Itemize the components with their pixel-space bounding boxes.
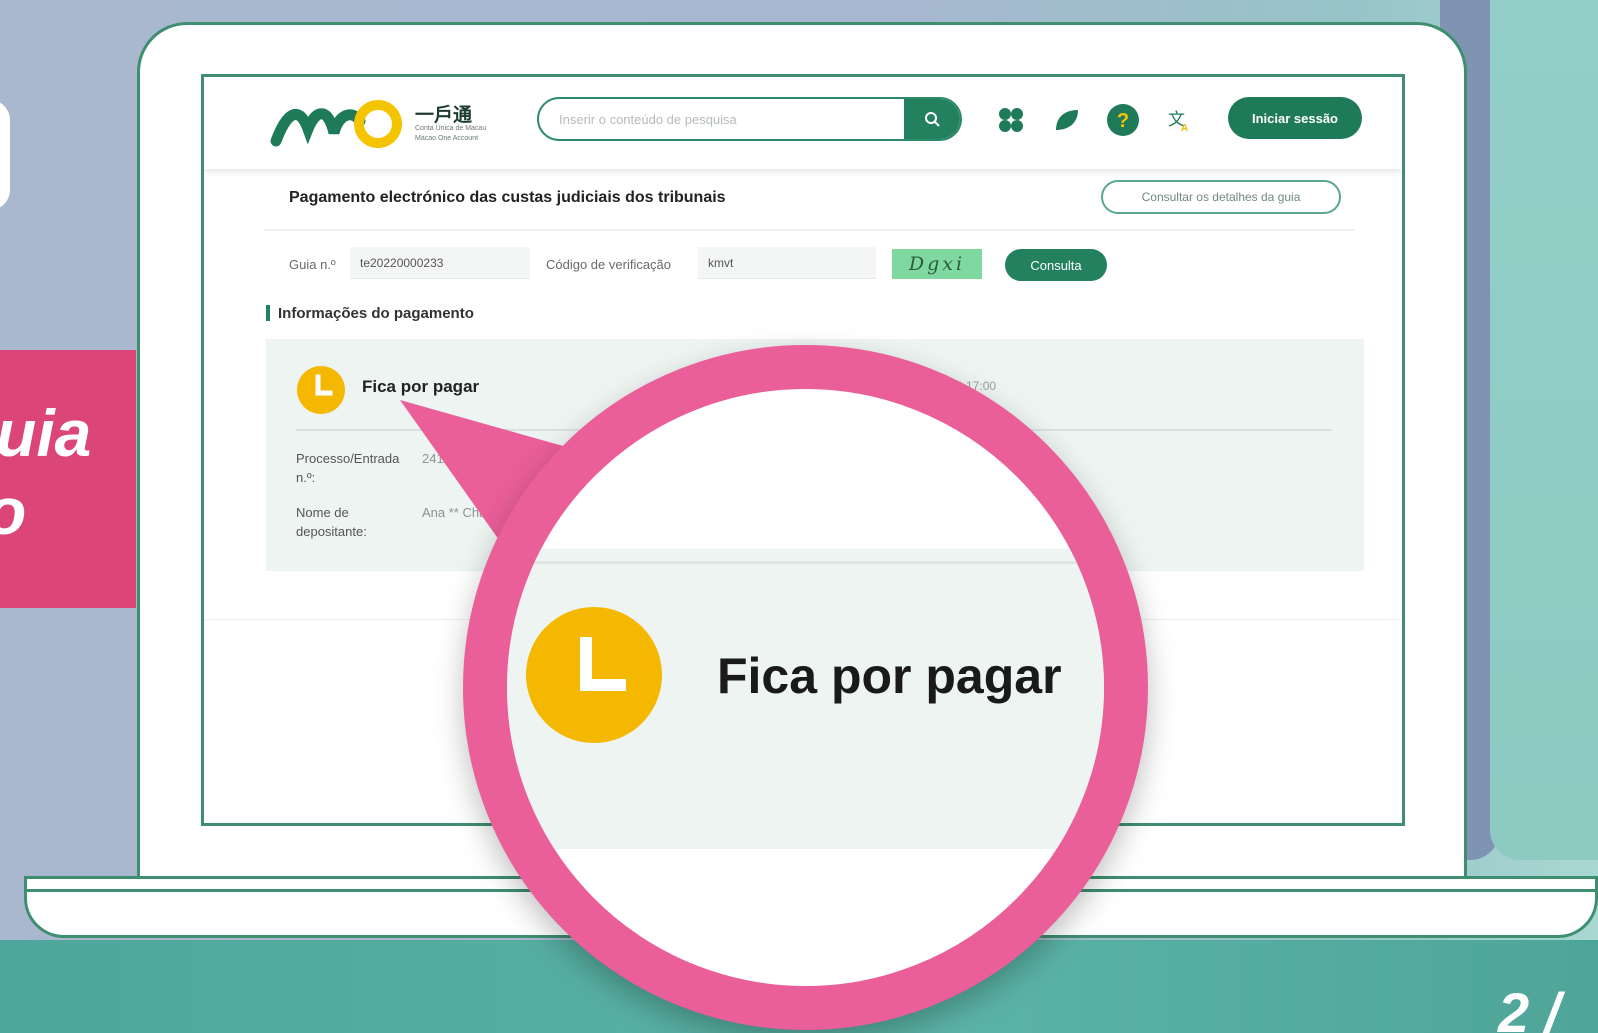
divider bbox=[264, 229, 1354, 231]
svg-text:A: A bbox=[1181, 123, 1188, 133]
verification-code-input[interactable]: kmvt bbox=[698, 247, 876, 279]
section-marker bbox=[266, 305, 270, 321]
verification-code-label: Código de verificação bbox=[546, 257, 672, 272]
apps-icon[interactable] bbox=[994, 103, 1028, 137]
svg-text:?: ? bbox=[1117, 110, 1129, 132]
login-button[interactable]: Iniciar sessão bbox=[1228, 97, 1362, 139]
logo-text: 一戶通 bbox=[415, 104, 473, 126]
decorative-tab bbox=[0, 100, 10, 210]
section-title: Informações do pagamento bbox=[278, 305, 474, 322]
guia-input[interactable]: te20220000233 bbox=[350, 247, 530, 279]
consulta-button[interactable]: Consulta bbox=[1005, 249, 1107, 281]
corner-number: 2 / bbox=[1498, 981, 1561, 1033]
translate-icon[interactable]: 文 A bbox=[1164, 105, 1194, 135]
search-bar[interactable]: Inserir o conteúdo de pesquisa bbox=[537, 97, 962, 141]
page-title: Pagamento electrónico das custas judicia… bbox=[289, 189, 726, 206]
clock-icon bbox=[297, 366, 345, 414]
magnifier-callout: Fica por pagar bbox=[463, 345, 1148, 1030]
banner-fragment-top: uia bbox=[0, 396, 92, 470]
search-input[interactable]: Inserir o conteúdo de pesquisa bbox=[559, 112, 737, 127]
consult-details-button[interactable]: Consultar os detalhes da guia bbox=[1101, 180, 1341, 214]
depositor-label: Nome de depositante: bbox=[296, 505, 367, 539]
magnified-payment-status: Fica por pagar bbox=[717, 648, 1062, 704]
payment-status: Fica por pagar bbox=[362, 377, 480, 396]
guia-label: Guia n.º bbox=[289, 257, 336, 272]
banner-fragment-bottom: o bbox=[0, 478, 26, 544]
search-icon bbox=[925, 112, 940, 127]
left-banner: uia o bbox=[0, 350, 136, 608]
site-header: 一戶通 Conta Única de Macau Macao One Accou… bbox=[204, 77, 1402, 169]
search-button[interactable] bbox=[904, 99, 960, 139]
help-icon[interactable]: ? bbox=[1104, 101, 1142, 139]
logo-subtitle-2: Macao One Account bbox=[415, 135, 479, 142]
logo-subtitle-1: Conta Única de Macau bbox=[415, 125, 487, 132]
background-teal-panel bbox=[1490, 0, 1598, 860]
clock-icon bbox=[526, 607, 662, 743]
captcha-image[interactable]: Dgxi bbox=[892, 249, 982, 279]
mo-logo[interactable] bbox=[270, 95, 410, 151]
leaf-icon[interactable] bbox=[1049, 103, 1083, 137]
divider bbox=[507, 561, 1104, 564]
